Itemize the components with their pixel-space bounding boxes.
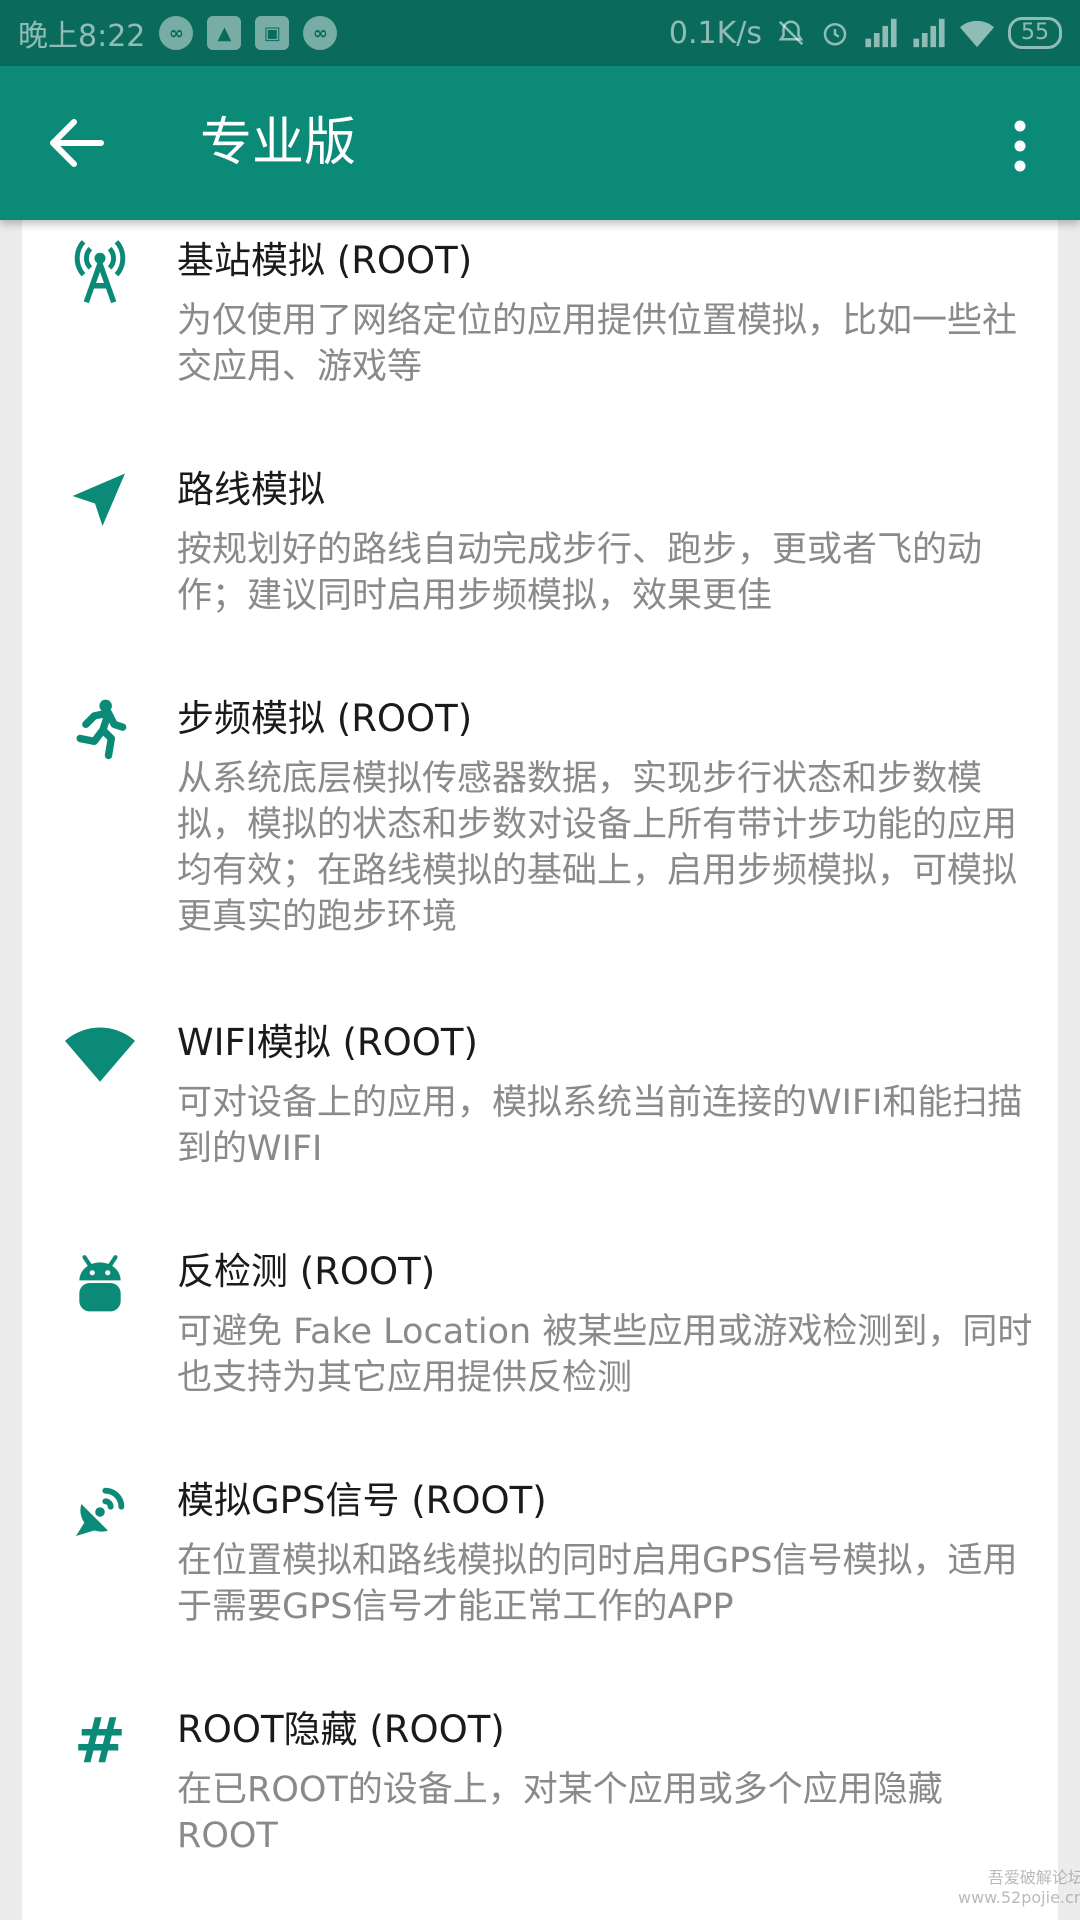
page-title: 专业版 bbox=[200, 113, 357, 173]
app-bar: 专业版 bbox=[0, 66, 1080, 220]
map-app-icon: ▲ bbox=[207, 16, 242, 50]
running-person-icon bbox=[64, 694, 136, 766]
item-description: 从系统底层模拟传感器数据，实现步行状态和步数模拟，模拟的状态和步数对设备上所有带… bbox=[177, 759, 1018, 937]
item-title: WIFI模拟 (ROOT) bbox=[177, 1021, 478, 1064]
signal-icon bbox=[913, 18, 945, 48]
list-item[interactable]: 步频模拟 (ROOT) 从系统底层模拟传感器数据，实现步行状态和步数模拟，模拟的… bbox=[22, 688, 1058, 937]
more-vertical-icon[interactable] bbox=[1000, 116, 1040, 176]
infinity-icon: ∞ bbox=[159, 16, 194, 50]
feature-list: 基站模拟 (ROOT) 为仅使用了网络定位的应用提供位置模拟，比如一些社交应用、… bbox=[22, 220, 1058, 1920]
arrow-left-icon[interactable] bbox=[48, 118, 104, 168]
list-item[interactable]: 模拟GPS信号 (ROOT) 在位置模拟和路线模拟的同时启用GPS信号模拟，适用… bbox=[22, 1470, 1058, 1698]
item-description: 在位置模拟和路线模拟的同时启用GPS信号模拟，适用于需要GPS信号才能正常工作的… bbox=[177, 1541, 1018, 1627]
status-left: 晚上8:22 ∞ ▲ ▣ ∞ bbox=[18, 11, 338, 55]
item-title: 路线模拟 bbox=[177, 468, 325, 511]
item-title: 模拟GPS信号 (ROOT) bbox=[177, 1479, 547, 1522]
list-item[interactable]: 路线模拟 按规划好的路线自动完成步行、跑步，更或者飞的动作；建议同时启用步频模拟… bbox=[22, 459, 1058, 687]
satellite-dish-icon bbox=[64, 1476, 136, 1548]
status-right: 0.1K/s 55 bbox=[669, 16, 1062, 51]
cell-tower-icon bbox=[64, 236, 136, 308]
signal-icon bbox=[865, 18, 897, 48]
item-description: 可对设备上的应用，模拟系统当前连接的WIFI和能扫描到的WIFI bbox=[177, 1083, 1023, 1169]
item-description: 为仅使用了网络定位的应用提供位置模拟，比如一些社交应用、游戏等 bbox=[177, 301, 1018, 387]
video-app-icon: ▣ bbox=[255, 16, 290, 50]
status-time: 晚上8:22 bbox=[18, 19, 146, 54]
item-description: 在已ROOT的设备上，对某个应用或多个应用隐藏ROOT bbox=[177, 1770, 943, 1856]
hashtag-icon: # bbox=[74, 1704, 126, 1777]
wifi-icon bbox=[64, 1018, 136, 1090]
status-bar: 晚上8:22 ∞ ▲ ▣ ∞ 0.1K/s 55 bbox=[0, 0, 1080, 66]
list-item[interactable]: WIFI模拟 (ROOT) 可对设备上的应用，模拟系统当前连接的WIFI和能扫描… bbox=[22, 1012, 1058, 1240]
android-icon bbox=[64, 1247, 136, 1319]
wifi-icon bbox=[960, 20, 994, 48]
item-description: 可避免 Fake Location 被某些应用或游戏检测到，同时也支持为其它应用… bbox=[177, 1312, 1033, 1398]
alarm-icon bbox=[823, 23, 847, 46]
item-title: 基站模拟 (ROOT) bbox=[177, 239, 473, 282]
navigation-arrow-icon bbox=[64, 465, 136, 537]
item-title: 步频模拟 (ROOT) bbox=[177, 697, 473, 740]
infinity-icon: ∞ bbox=[303, 16, 338, 50]
network-speed: 0.1K/s bbox=[668, 15, 762, 51]
watermark: 吾爱破解论坛 www.52pojie.cn bbox=[958, 1868, 1080, 1907]
battery-icon: 55 bbox=[1008, 17, 1062, 49]
item-description: 按规划好的路线自动完成步行、跑步，更或者飞的动作；建议同时启用步频模拟，效果更佳 bbox=[177, 530, 983, 616]
item-title: 反检测 (ROOT) bbox=[177, 1250, 436, 1293]
mute-icon bbox=[778, 20, 804, 46]
item-title: ROOT隐藏 (ROOT) bbox=[177, 1708, 505, 1751]
list-item[interactable]: 基站模拟 (ROOT) 为仅使用了网络定位的应用提供位置模拟，比如一些社交应用、… bbox=[22, 230, 1058, 458]
list-item[interactable]: 反检测 (ROOT) 可避免 Fake Location 被某些应用或游戏检测到… bbox=[22, 1241, 1058, 1469]
list-item[interactable]: # ROOT隐藏 (ROOT) 在已ROOT的设备上，对某个应用或多个应用隐藏R… bbox=[22, 1699, 1058, 1920]
